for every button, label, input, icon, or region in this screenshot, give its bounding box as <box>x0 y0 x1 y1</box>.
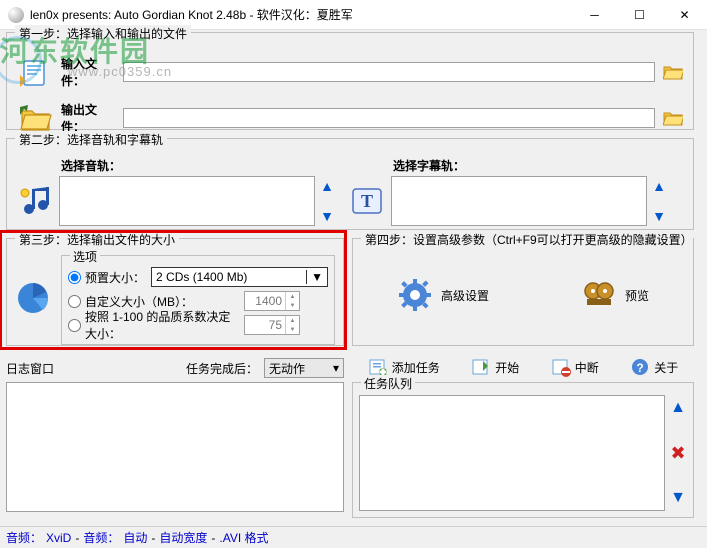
quality-radio[interactable] <box>68 319 81 332</box>
svg-text:?: ? <box>637 361 644 375</box>
step1-legend: 第一步：选择输入和输出的文件 <box>15 25 191 42</box>
queue-legend: 任务队列 <box>361 375 415 392</box>
input-browse-button[interactable] <box>661 62 685 82</box>
advanced-settings-button[interactable]: 高级设置 <box>397 277 489 313</box>
queue-list[interactable] <box>359 395 665 511</box>
output-file-icon <box>15 101 55 135</box>
input-file-label: 输入文件： <box>61 55 117 89</box>
queue-down-button[interactable]: ▼ <box>669 489 687 507</box>
queue-up-button[interactable]: ▲ <box>669 399 687 417</box>
status-video-label: 音频： <box>6 529 42 546</box>
status-bar: 音频： XviD - 音频： 自动 - 自动宽度 - .AVI 格式 <box>0 526 707 548</box>
advanced-settings-label: 高级设置 <box>441 287 489 304</box>
status-width: 自动宽度 <box>159 529 207 546</box>
output-file-label: 输出文件： <box>61 101 117 135</box>
size-icon <box>15 280 55 320</box>
log-textarea[interactable] <box>6 382 344 512</box>
preview-button[interactable]: 预览 <box>581 277 649 313</box>
start-icon <box>471 357 491 377</box>
step4-legend: 第四步：设置高级参数（Ctrl+F9可以打开更高级的隐藏设置） <box>361 231 693 248</box>
options-group: 选项 预置大小： 2 CDs (1400 Mb)▼ 自定义大小（MB）： 140… <box>61 255 335 345</box>
status-audio-label: 音频： <box>83 529 119 546</box>
step2-group: 第二步：选择音轨和字幕轨 选择音轨： ▲ ▼ 选择字幕轨： <box>6 138 694 230</box>
preview-label: 预览 <box>625 287 649 304</box>
input-file-row: 输入文件： <box>15 55 685 89</box>
film-icon <box>581 277 617 313</box>
preset-radio[interactable] <box>68 271 81 284</box>
status-video-value: XviD <box>46 531 71 545</box>
start-button[interactable]: 开始 <box>471 357 519 377</box>
options-legend: 选项 <box>70 248 100 265</box>
quality-radio-label[interactable]: 按照 1-100 的品质系数决定大小： <box>68 308 238 342</box>
queue-group: 任务队列 ▲ ✖ ▼ <box>352 382 694 518</box>
close-button[interactable]: ✕ <box>662 0 707 30</box>
audio-up-button[interactable]: ▲ <box>319 178 335 194</box>
subtitle-track-list[interactable] <box>391 176 647 226</box>
output-file-field[interactable] <box>123 108 655 128</box>
step1-group: 第一步：选择输入和输出的文件 输入文件： 输出文件： <box>6 32 694 130</box>
maximize-button[interactable]: ☐ <box>617 0 662 30</box>
status-format: .AVI 格式 <box>219 529 268 546</box>
status-audio-value: 自动 <box>123 529 147 546</box>
log-window-label: 日志窗口 <box>6 360 54 377</box>
subtitle-up-button[interactable]: ▲ <box>651 178 667 194</box>
after-task-dropdown[interactable]: 无动作▾ <box>264 358 344 378</box>
minimize-button[interactable]: ─ <box>572 0 617 30</box>
audio-icon <box>15 181 55 221</box>
audio-down-button[interactable]: ▼ <box>319 208 335 224</box>
step4-group: 第四步：设置高级参数（Ctrl+F9可以打开更高级的隐藏设置） 高级设置 预览 <box>352 238 694 346</box>
about-icon: ? <box>630 357 650 377</box>
custom-size-spinner[interactable]: 1400▲▼ <box>244 291 300 311</box>
output-browse-button[interactable] <box>661 108 685 128</box>
add-task-button[interactable]: 添加任务 <box>368 357 440 377</box>
preset-radio-label[interactable]: 预置大小： <box>68 269 145 286</box>
gear-icon <box>397 277 433 313</box>
stop-button[interactable]: 中断 <box>551 357 599 377</box>
output-file-row: 输出文件： <box>15 101 685 135</box>
subtitle-column: 选择字幕轨： T ▲ ▼ <box>347 157 667 226</box>
chevron-down-icon: ▼ <box>306 270 323 284</box>
app-icon <box>8 7 24 23</box>
queue-delete-button[interactable]: ✖ <box>669 444 687 462</box>
preset-combo[interactable]: 2 CDs (1400 Mb)▼ <box>151 267 328 287</box>
custom-radio[interactable] <box>68 295 81 308</box>
audio-track-label: 选择音轨： <box>61 157 335 174</box>
step2-legend: 第二步：选择音轨和字幕轨 <box>15 131 167 148</box>
subtitle-down-button[interactable]: ▼ <box>651 208 667 224</box>
about-button[interactable]: ? 关于 <box>630 357 678 377</box>
quality-spinner[interactable]: 75▲▼ <box>244 315 300 335</box>
add-task-icon <box>368 357 388 377</box>
input-file-field[interactable] <box>123 62 655 82</box>
log-label-row: 日志窗口 任务完成后： 无动作▾ <box>6 358 344 378</box>
chevron-down-icon: ▾ <box>333 361 339 375</box>
step3-group: 第三步：选择输出文件的大小 选项 预置大小： 2 CDs (1400 Mb)▼ … <box>6 238 344 346</box>
subtitle-icon: T <box>347 181 387 221</box>
window-title: len0x presents: Auto Gordian Knot 2.48b … <box>30 6 572 23</box>
audio-column: 选择音轨： ▲ ▼ <box>15 157 335 226</box>
svg-text:T: T <box>361 191 373 211</box>
input-file-icon <box>15 55 55 89</box>
after-task-label: 任务完成后： <box>186 360 258 377</box>
stop-icon <box>551 357 571 377</box>
subtitle-track-label: 选择字幕轨： <box>393 157 667 174</box>
step3-legend: 第三步：选择输出文件的大小 <box>15 231 179 248</box>
custom-radio-label[interactable]: 自定义大小（MB）： <box>68 293 238 310</box>
audio-track-list[interactable] <box>59 176 315 226</box>
